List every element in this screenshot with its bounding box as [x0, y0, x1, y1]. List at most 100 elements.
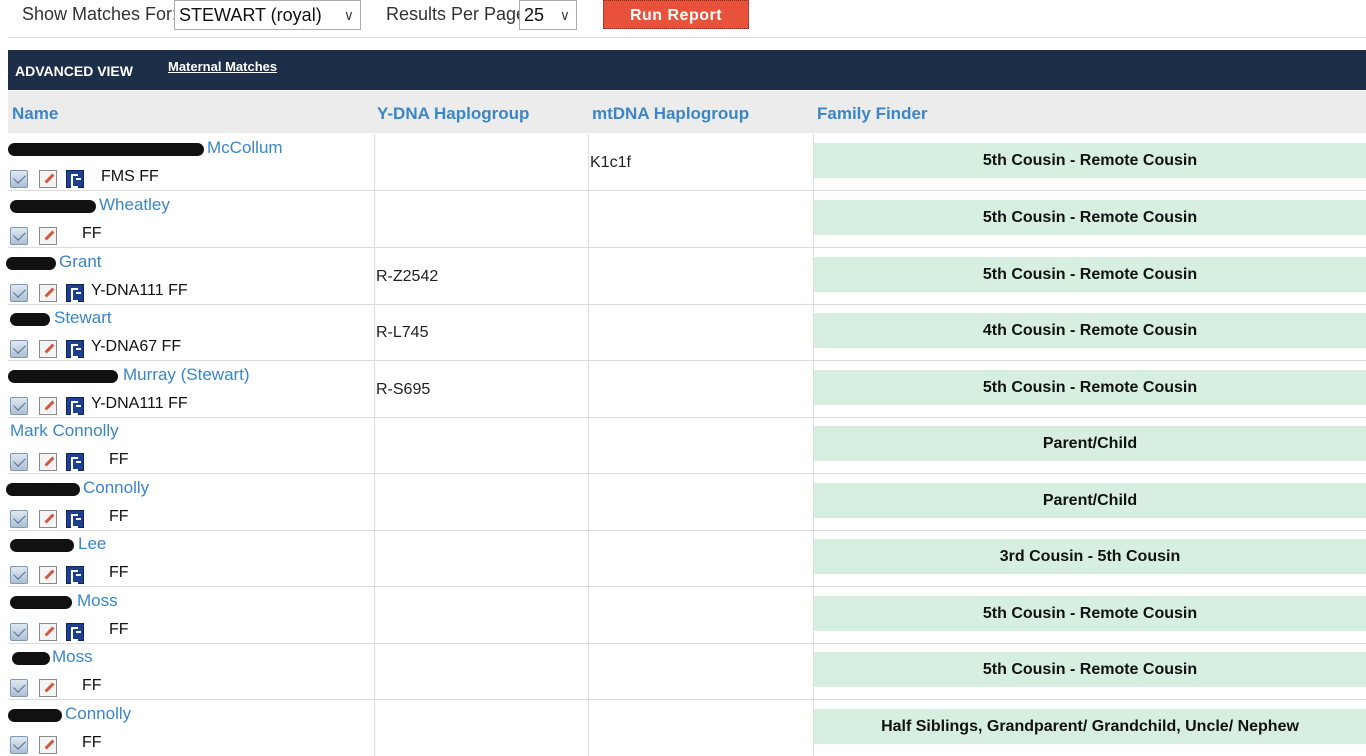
notes-icon[interactable] — [39, 510, 57, 528]
test-list: Y-DNA67 FF — [91, 338, 182, 355]
notes-icon[interactable] — [39, 284, 57, 302]
notes-icon[interactable] — [39, 679, 57, 697]
redacted-name — [8, 143, 204, 156]
cell-divider — [374, 191, 375, 247]
notes-icon[interactable] — [39, 340, 57, 358]
notes-icon[interactable] — [39, 170, 57, 188]
email-icon[interactable] — [10, 340, 28, 358]
email-icon[interactable] — [10, 679, 28, 697]
cell-divider — [374, 474, 375, 530]
relationship-badge: 5th Cousin - Remote Cousin — [814, 370, 1366, 405]
family-tree-icon[interactable] — [66, 510, 84, 528]
column-header-name[interactable]: Name — [12, 104, 58, 124]
match-name-link[interactable]: McCollum — [207, 138, 283, 158]
results-per-page-value: 25 — [524, 5, 545, 25]
notes-icon[interactable] — [39, 566, 57, 584]
column-header-mtdna[interactable]: mtDNA Haplogroup — [592, 104, 749, 124]
redacted-name — [12, 652, 50, 665]
match-name-link[interactable]: Connolly — [65, 704, 131, 724]
redacted-name — [6, 483, 80, 496]
redacted-name — [10, 200, 96, 213]
email-icon[interactable] — [10, 284, 28, 302]
notes-icon[interactable] — [39, 453, 57, 471]
family-tree-icon[interactable] — [66, 397, 84, 415]
email-icon[interactable] — [10, 510, 28, 528]
match-name-link[interactable]: Wheatley — [99, 195, 170, 215]
results-per-page-label: Results Per Page — [386, 4, 527, 24]
cell-divider — [374, 530, 375, 586]
table-row: Moss FF 5th Cousin - Remote Cousin — [8, 587, 1366, 644]
email-icon[interactable] — [10, 170, 28, 188]
email-icon[interactable] — [10, 397, 28, 415]
cell-divider — [588, 361, 589, 417]
maternal-matches-link[interactable]: Maternal Matches — [168, 59, 277, 74]
notes-icon[interactable] — [39, 227, 57, 245]
chevron-down-icon: ∨ — [559, 7, 570, 23]
relationship-badge: Parent/Child — [814, 483, 1366, 518]
notes-icon[interactable] — [39, 397, 57, 415]
table-row: Lee FF 3rd Cousin - 5th Cousin — [8, 530, 1366, 587]
cell-divider — [588, 417, 589, 473]
match-name-link[interactable]: Moss — [52, 647, 93, 667]
cell-divider — [374, 587, 375, 643]
family-tree-icon[interactable] — [66, 284, 84, 302]
email-icon[interactable] — [10, 566, 28, 584]
show-matches-label: Show Matches For: — [22, 4, 178, 24]
match-name-link[interactable]: Murray (Stewart) — [123, 365, 250, 385]
relationship-badge: Half Siblings, Grandparent/ Grandchild, … — [814, 709, 1366, 744]
cell-divider — [588, 191, 589, 247]
cell-divider — [374, 304, 375, 360]
advanced-view-label: ADVANCED VIEW — [15, 63, 133, 79]
cell-divider — [374, 643, 375, 699]
test-list: FF — [82, 677, 102, 694]
match-name-link[interactable]: Lee — [78, 534, 106, 554]
cell-divider — [588, 587, 589, 643]
test-list: Y-DNA111 FF — [91, 282, 188, 299]
email-icon[interactable] — [10, 623, 28, 641]
relationship-badge: 5th Cousin - Remote Cousin — [814, 652, 1366, 687]
redacted-name — [10, 539, 74, 552]
family-tree-icon[interactable] — [66, 566, 84, 584]
match-name-link[interactable]: Stewart — [54, 308, 112, 328]
match-name-link[interactable]: Connolly — [83, 478, 149, 498]
relationship-badge: 3rd Cousin - 5th Cousin — [814, 539, 1366, 574]
relationship-badge: 5th Cousin - Remote Cousin — [814, 200, 1366, 235]
table-row: Moss FF 5th Cousin - Remote Cousin — [8, 643, 1366, 700]
ydna-haplogroup: R-Z2542 — [376, 268, 439, 285]
cell-divider — [588, 134, 589, 190]
column-header-family-finder[interactable]: Family Finder — [817, 104, 928, 124]
cell-divider — [374, 361, 375, 417]
email-icon[interactable] — [10, 453, 28, 471]
email-icon[interactable] — [10, 736, 28, 754]
family-tree-icon[interactable] — [66, 623, 84, 641]
family-tree-icon[interactable] — [66, 340, 84, 358]
table-row: Grant Y-DNA111 FF R-Z2542 5th Cousin - R… — [6, 248, 1366, 305]
redacted-name — [8, 370, 118, 383]
results-per-page-select[interactable]: 25 ∨ — [519, 0, 577, 30]
run-report-button[interactable]: Run Report — [603, 0, 749, 29]
show-matches-value: STEWART (royal) — [179, 5, 322, 25]
family-tree-icon[interactable] — [66, 170, 84, 188]
notes-icon[interactable] — [39, 623, 57, 641]
show-matches-select[interactable]: STEWART (royal) ∨ — [174, 0, 361, 30]
relationship-badge: 5th Cousin - Remote Cousin — [814, 257, 1366, 292]
test-list: Y-DNA111 FF — [91, 395, 188, 412]
table-header: Name Y-DNA Haplogroup mtDNA Haplogroup F… — [8, 91, 1366, 133]
match-name-link[interactable]: Grant — [59, 252, 102, 272]
column-header-ydna[interactable]: Y-DNA Haplogroup — [377, 104, 529, 124]
cell-divider — [588, 248, 589, 304]
divider — [8, 37, 1366, 38]
match-name-link[interactable]: Moss — [77, 591, 118, 611]
email-icon[interactable] — [10, 227, 28, 245]
redacted-name — [6, 257, 56, 270]
cell-divider — [374, 248, 375, 304]
relationship-badge: 5th Cousin - Remote Cousin — [814, 596, 1366, 631]
cell-divider — [588, 700, 589, 756]
chevron-down-icon: ∨ — [343, 7, 354, 23]
view-bar: ADVANCED VIEW Maternal Matches — [8, 50, 1366, 90]
match-name-link[interactable]: Mark Connolly — [10, 421, 119, 441]
cell-divider — [588, 530, 589, 586]
test-list: FF — [109, 564, 129, 581]
family-tree-icon[interactable] — [66, 453, 84, 471]
notes-icon[interactable] — [39, 736, 57, 754]
